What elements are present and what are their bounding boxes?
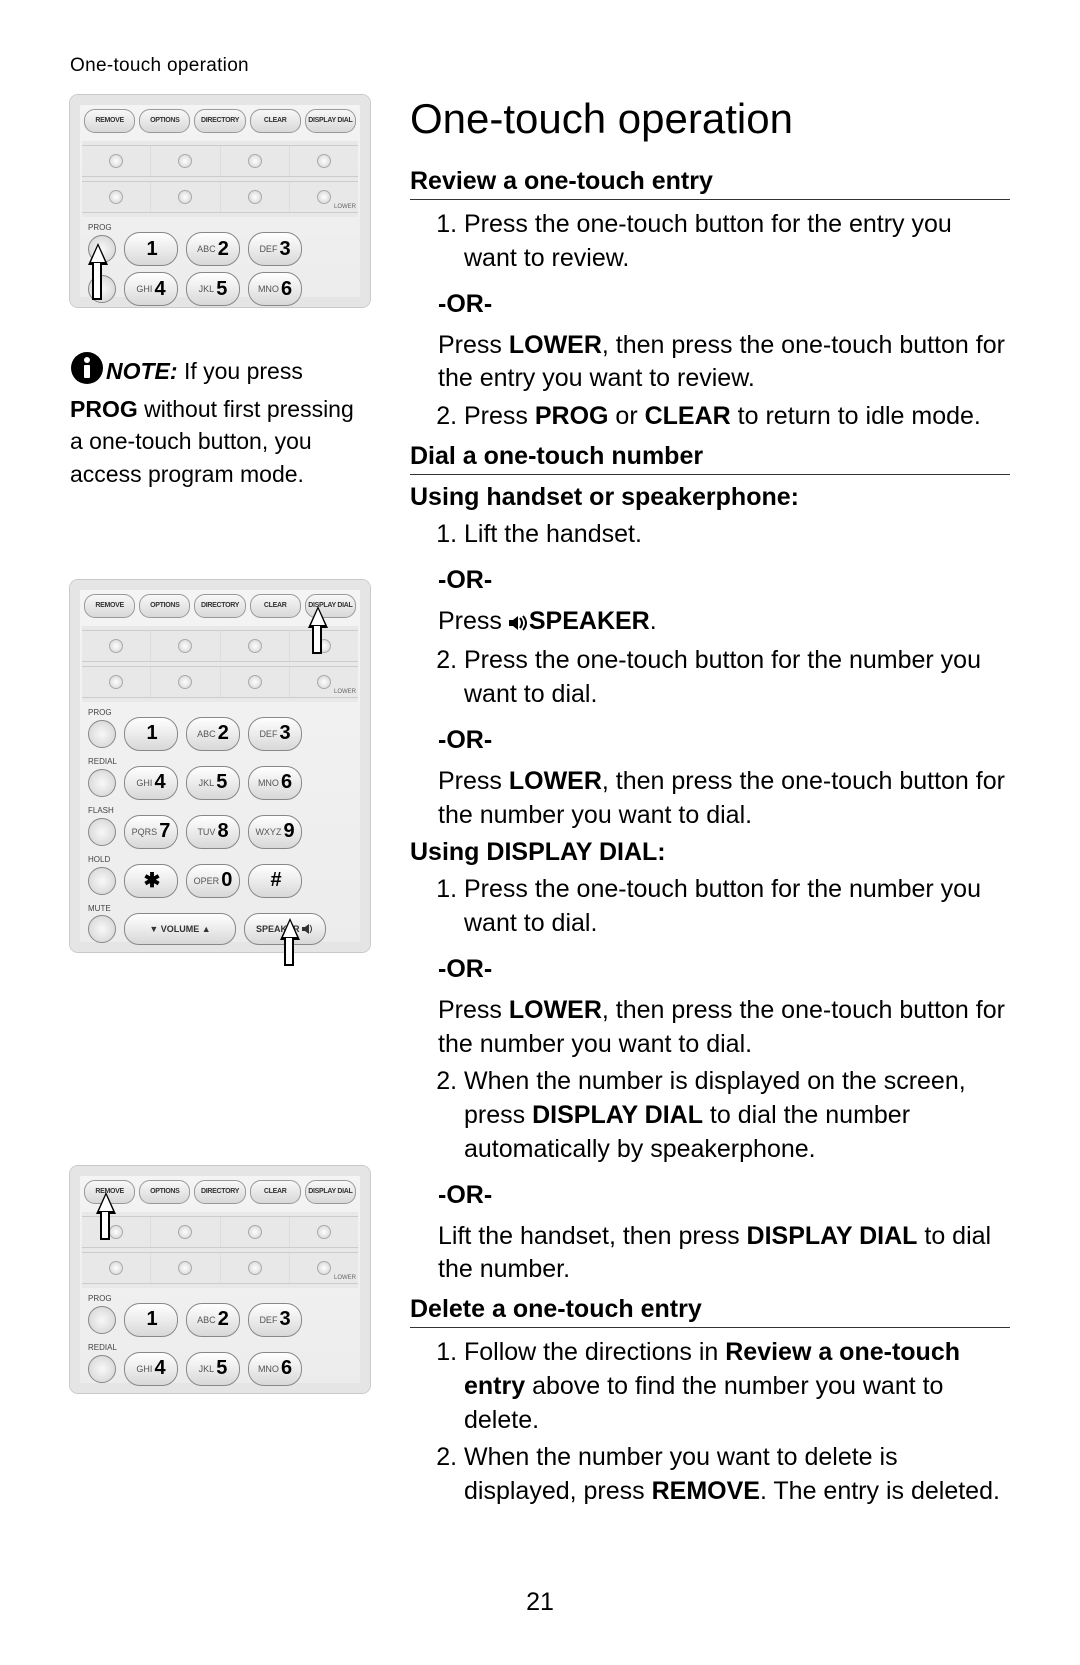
dial-s1-or2: Press LOWER, then press the one-touch bu…: [438, 765, 1010, 833]
key-9: WXYZ9: [248, 815, 302, 849]
hold-button: [88, 867, 116, 895]
prog-button: [88, 720, 116, 748]
key-2: ABC2: [186, 717, 240, 751]
lower-label: LOWER: [334, 689, 356, 695]
func-options: OPTIONS: [139, 1180, 190, 1204]
redial-button: [88, 1355, 116, 1383]
func-options: OPTIONS: [139, 109, 190, 133]
keypad-illustration-1: REMOVE OPTIONS DIRECTORY CLEAR DISPLAY D…: [70, 95, 370, 307]
note-block: NOTE: If you press PROG without first pr…: [70, 351, 370, 490]
prog-label: PROG: [82, 223, 122, 232]
key-6: MNO6: [248, 1352, 302, 1386]
key-5: JKL5: [186, 1352, 240, 1386]
dial-sub1: Using handset or speakerphone:: [410, 483, 1010, 512]
review-step-2: Press PROG or CLEAR to return to idle mo…: [464, 400, 1010, 434]
dial-sub2: Using DISPLAY DIAL:: [410, 838, 1010, 867]
delete-step-2: When the number you want to delete is di…: [464, 1441, 1010, 1509]
key-1: 1: [124, 717, 178, 751]
review-or-text: Press LOWER, then press the one-touch bu…: [438, 329, 1010, 397]
key-2: ABC2: [186, 232, 240, 266]
key-1: 1: [124, 1303, 178, 1337]
dial-s2-or1: Press LOWER, then press the one-touch bu…: [438, 994, 1010, 1062]
key-5: JKL5: [186, 766, 240, 800]
key-4: GHI4: [124, 272, 178, 306]
mute-button: [88, 915, 116, 943]
key-8: TUV8: [186, 815, 240, 849]
func-clear: CLEAR: [250, 1180, 301, 1204]
section-review-head: Review a one-touch entry: [410, 167, 1010, 200]
dial-s1-or1: Press SPEAKER.: [438, 605, 1010, 641]
func-displaydial: DISPLAY DIAL: [305, 1180, 356, 1204]
lower-label: LOWER: [334, 204, 356, 210]
key-4: GHI4: [124, 1352, 178, 1386]
key-6: MNO6: [248, 272, 302, 306]
or-label: -OR-: [438, 955, 1010, 984]
page-title: One-touch operation: [410, 95, 1010, 143]
dial-s2-step1: Press the one-touch button for the numbe…: [464, 873, 1010, 941]
key-0: OPER0: [186, 864, 240, 898]
page-number: 21: [0, 1588, 1080, 1617]
key-3: DEF3: [248, 717, 302, 751]
func-directory: DIRECTORY: [194, 594, 245, 618]
keypad-illustration-2: REMOVE OPTIONS DIRECTORY CLEAR DISPLAY D…: [70, 580, 370, 952]
section-dial-head: Dial a one-touch number: [410, 442, 1010, 475]
keypad-illustration-3: REMOVE OPTIONS DIRECTORY CLEAR DISPLAY D…: [70, 1166, 370, 1393]
speaker-icon: [509, 607, 529, 641]
func-displaydial: DISPLAY DIAL: [305, 109, 356, 133]
review-step-1: Press the one-touch button for the entry…: [464, 208, 1010, 276]
func-clear: CLEAR: [250, 594, 301, 618]
key-1: 1: [124, 232, 178, 266]
key-hash: #: [248, 864, 302, 898]
prog-button: [88, 1306, 116, 1334]
key-3: DEF3: [248, 232, 302, 266]
or-label: -OR-: [438, 290, 1010, 319]
key-3: DEF3: [248, 1303, 302, 1337]
key-7: PQRS7: [124, 815, 178, 849]
delete-step-1: Follow the directions in Review a one-to…: [464, 1336, 1010, 1437]
redial-label: REDIAL: [82, 1343, 122, 1352]
key-5: JKL5: [186, 272, 240, 306]
or-label: -OR-: [438, 726, 1010, 755]
func-remove: REMOVE: [84, 594, 135, 618]
func-options: OPTIONS: [139, 594, 190, 618]
or-label: -OR-: [438, 1181, 1010, 1210]
dial-s1-step1: Lift the handset.: [464, 518, 1010, 552]
volume-key: ▼ VOLUME ▲: [124, 913, 236, 945]
func-clear: CLEAR: [250, 109, 301, 133]
right-column: One-touch operation Review a one-touch e…: [410, 95, 1010, 1513]
dial-s1-step2: Press the one-touch button for the numbe…: [464, 644, 1010, 712]
lower-label: LOWER: [334, 1275, 356, 1281]
key-2: ABC2: [186, 1303, 240, 1337]
section-delete-head: Delete a one-touch entry: [410, 1295, 1010, 1328]
prog-label: PROG: [82, 708, 122, 717]
func-directory: DIRECTORY: [194, 1180, 245, 1204]
func-remove: REMOVE: [84, 109, 135, 133]
hold-label: HOLD: [82, 855, 122, 864]
redial-label: REDIAL: [82, 757, 122, 766]
info-icon: [70, 351, 104, 393]
key-6: MNO6: [248, 766, 302, 800]
key-star: ✱: [124, 864, 178, 898]
flash-label: FLASH: [82, 806, 122, 815]
redial-button: [88, 769, 116, 797]
key-4: GHI4: [124, 766, 178, 800]
func-directory: DIRECTORY: [194, 109, 245, 133]
dial-s2-or2: Lift the handset, then press DISPLAY DIA…: [438, 1220, 1010, 1288]
mute-label: MUTE: [82, 904, 122, 913]
or-label: -OR-: [438, 566, 1010, 595]
prog-label: PROG: [82, 1294, 122, 1303]
running-head: One-touch operation: [70, 55, 1010, 77]
dial-s2-step2: When the number is displayed on the scre…: [464, 1065, 1010, 1166]
flash-button: [88, 818, 116, 846]
left-column: REMOVE OPTIONS DIRECTORY CLEAR DISPLAY D…: [70, 95, 370, 1513]
